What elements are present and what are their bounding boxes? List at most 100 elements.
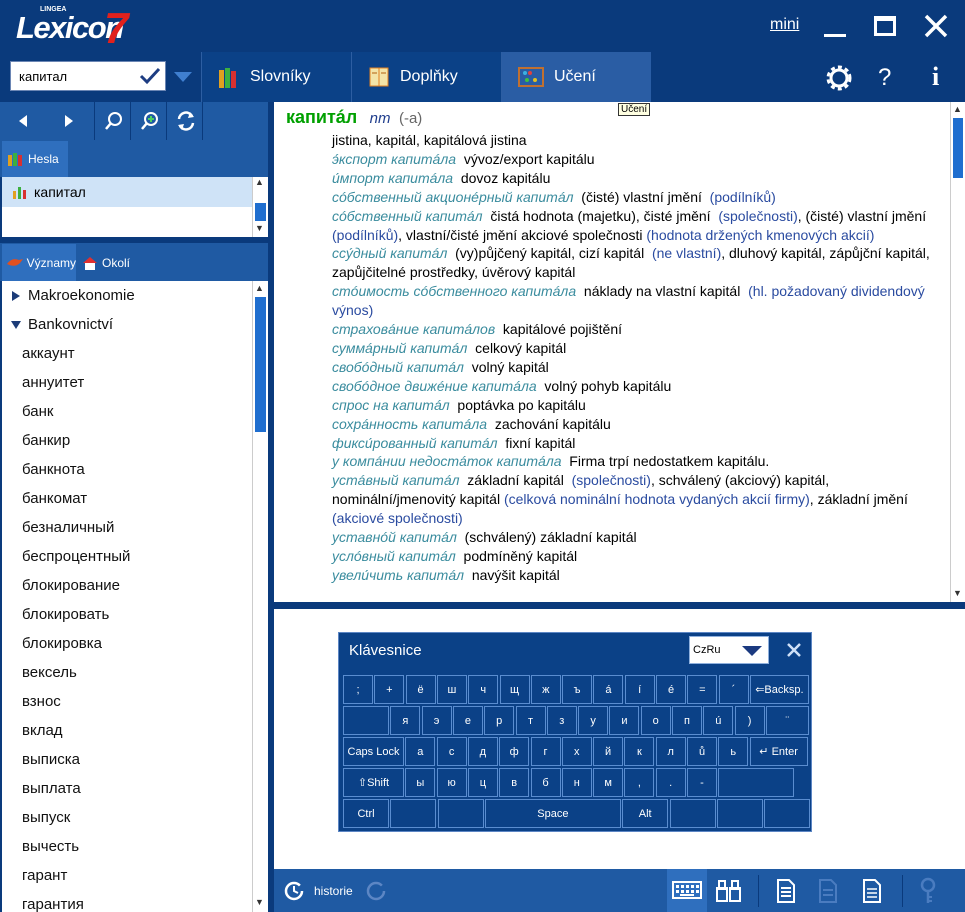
russian-phrase[interactable]: суммáрный капитáл [332,340,467,356]
russian-phrase[interactable]: сóбственный акционéрный капитáл [332,189,574,205]
keyboard-key[interactable]: ↵ Enter [749,737,808,766]
keyboard-layout-select[interactable]: CzRu [689,636,769,664]
tree-item[interactable]: безналичный [2,513,268,542]
keyboard-key[interactable] [437,799,484,828]
keyboard-key[interactable]: в [499,768,530,797]
russian-phrase[interactable]: уставнóй капитáл [332,529,457,545]
keyboard-key[interactable]: у [578,706,609,735]
keyboard-key[interactable]: í [624,675,655,704]
tree-group[interactable]: Bankovnictví [2,310,268,339]
tree-item[interactable]: выплата [2,774,268,803]
russian-phrase[interactable]: услóвный капитáл [332,548,456,564]
russian-phrase[interactable]: э́кспорт капитáла [332,151,456,167]
keyboard-key[interactable]: ů [687,737,717,766]
russian-phrase[interactable]: увели́чить капитáл [332,567,464,583]
tab-uceni[interactable]: Učení [501,52,651,102]
keyboard-key[interactable]: п [672,706,702,735]
maximize-button[interactable] [874,16,896,36]
hesla-scrollbar[interactable]: ▲ ▼ [252,177,268,237]
keyboard-key[interactable]: ж [530,675,561,704]
russian-phrase[interactable]: сóбственный капитáл [332,208,483,224]
keyboard-key[interactable] [718,768,795,797]
keyboard-key[interactable]: ; [343,675,373,704]
keyboard-key[interactable]: з [546,706,577,735]
keyboard-key[interactable] [390,799,437,828]
keyboard-key[interactable]: ф [499,737,530,766]
russian-phrase[interactable]: устáвный капитáл [332,472,460,488]
document-icon[interactable] [776,879,796,903]
search-input[interactable] [17,68,137,85]
tree-scrollbar[interactable]: ▲ ▼ [252,281,268,912]
tree-item[interactable]: банк [2,397,268,426]
russian-phrase[interactable]: ссу́дный капитáл [332,245,447,261]
keyboard-key[interactable]: о [640,706,671,735]
document-disabled-icon[interactable] [818,879,838,903]
keyboard-key[interactable]: ш [436,675,467,704]
keyboard-key[interactable]: н [561,768,592,797]
russian-phrase[interactable]: у компáнии недостáток капитáла [332,453,562,469]
keyboard-key[interactable]: á [593,675,624,704]
keyboard-key[interactable]: х [561,737,592,766]
minimize-button[interactable] [824,34,846,37]
back-button[interactable] [4,102,42,140]
keyboard-key[interactable]: é [656,675,686,704]
keyboard-key[interactable]: г [530,737,561,766]
keyboard-key[interactable] [764,799,811,828]
keyboard-key[interactable]: ы [405,768,436,797]
keyboard-key[interactable]: б [530,768,561,797]
tree-item[interactable]: аннуитет [2,368,268,397]
tab-slovniky[interactable]: Slovníky [201,52,351,102]
keyboard-key[interactable] [716,799,763,828]
keyboard-key[interactable] [669,799,716,828]
search-button[interactable] [94,102,132,140]
keyboard-key[interactable]: а [405,737,436,766]
tree-item[interactable]: взнос [2,687,268,716]
document-list-icon[interactable] [862,879,882,903]
tree-item[interactable]: гарант [2,861,268,890]
keyboard-key[interactable]: ь [718,737,749,766]
key-icon[interactable] [918,877,938,905]
keyboard-toggle-button[interactable] [667,869,707,912]
tree-item[interactable]: банкомат [2,484,268,513]
close-icon[interactable] [786,642,802,658]
keyboard-key[interactable]: ¨ [765,706,809,735]
advanced-search-button[interactable] [130,102,168,140]
tree-item[interactable]: выпуск [2,803,268,832]
info-icon[interactable]: i [932,62,939,92]
keyboard-key[interactable]: , [624,768,655,797]
keyboard-key[interactable]: щ [499,675,530,704]
content-scrollbar[interactable]: ▲ ▼ [950,102,965,602]
keyboard-key[interactable]: + [374,675,405,704]
settings-gear-icon[interactable] [825,64,853,92]
russian-phrase[interactable]: фикси́рованный капитáл [332,435,498,451]
tree-item[interactable]: вексель [2,658,268,687]
search-box[interactable] [10,61,166,91]
keyboard-key[interactable]: с [436,737,467,766]
forward-button[interactable] [50,102,88,140]
history-label[interactable]: historie [314,884,353,898]
mini-mode-link[interactable]: mini [770,16,799,34]
keyboard-key[interactable]: э [421,706,452,735]
tree-item[interactable]: банкир [2,426,268,455]
search-dropdown-icon[interactable] [174,70,194,84]
keyboard-key[interactable]: и [609,706,640,735]
keyboard-key[interactable]: ё [405,675,436,704]
history-icon[interactable] [282,879,306,903]
russian-phrase[interactable]: свобóдный капитáл [332,359,464,375]
tree-item[interactable]: вклад [2,716,268,745]
tree-item[interactable]: аккаунт [2,339,268,368]
keyboard-key[interactable]: Caps Lock [343,737,404,766]
tab-vyznamy[interactable]: Významy [2,244,76,281]
close-window-button[interactable] [922,12,950,40]
keyboard-key[interactable]: я [390,706,421,735]
keyboard-key[interactable]: ú [703,706,734,735]
keyboard-key[interactable]: л [655,737,686,766]
history-forward-icon[interactable] [364,879,388,903]
keyboard-key[interactable]: ´ [718,675,749,704]
tab-okoli[interactable]: Okolí [82,244,130,281]
keyboard-key[interactable]: Alt [622,799,669,828]
tab-hesla[interactable]: Hesla [2,141,68,177]
russian-phrase[interactable]: свобóдное движéние капитáла [332,378,537,394]
keyboard-key[interactable]: = [687,675,718,704]
russian-phrase[interactable]: сохрáнность капитáла [332,416,487,432]
